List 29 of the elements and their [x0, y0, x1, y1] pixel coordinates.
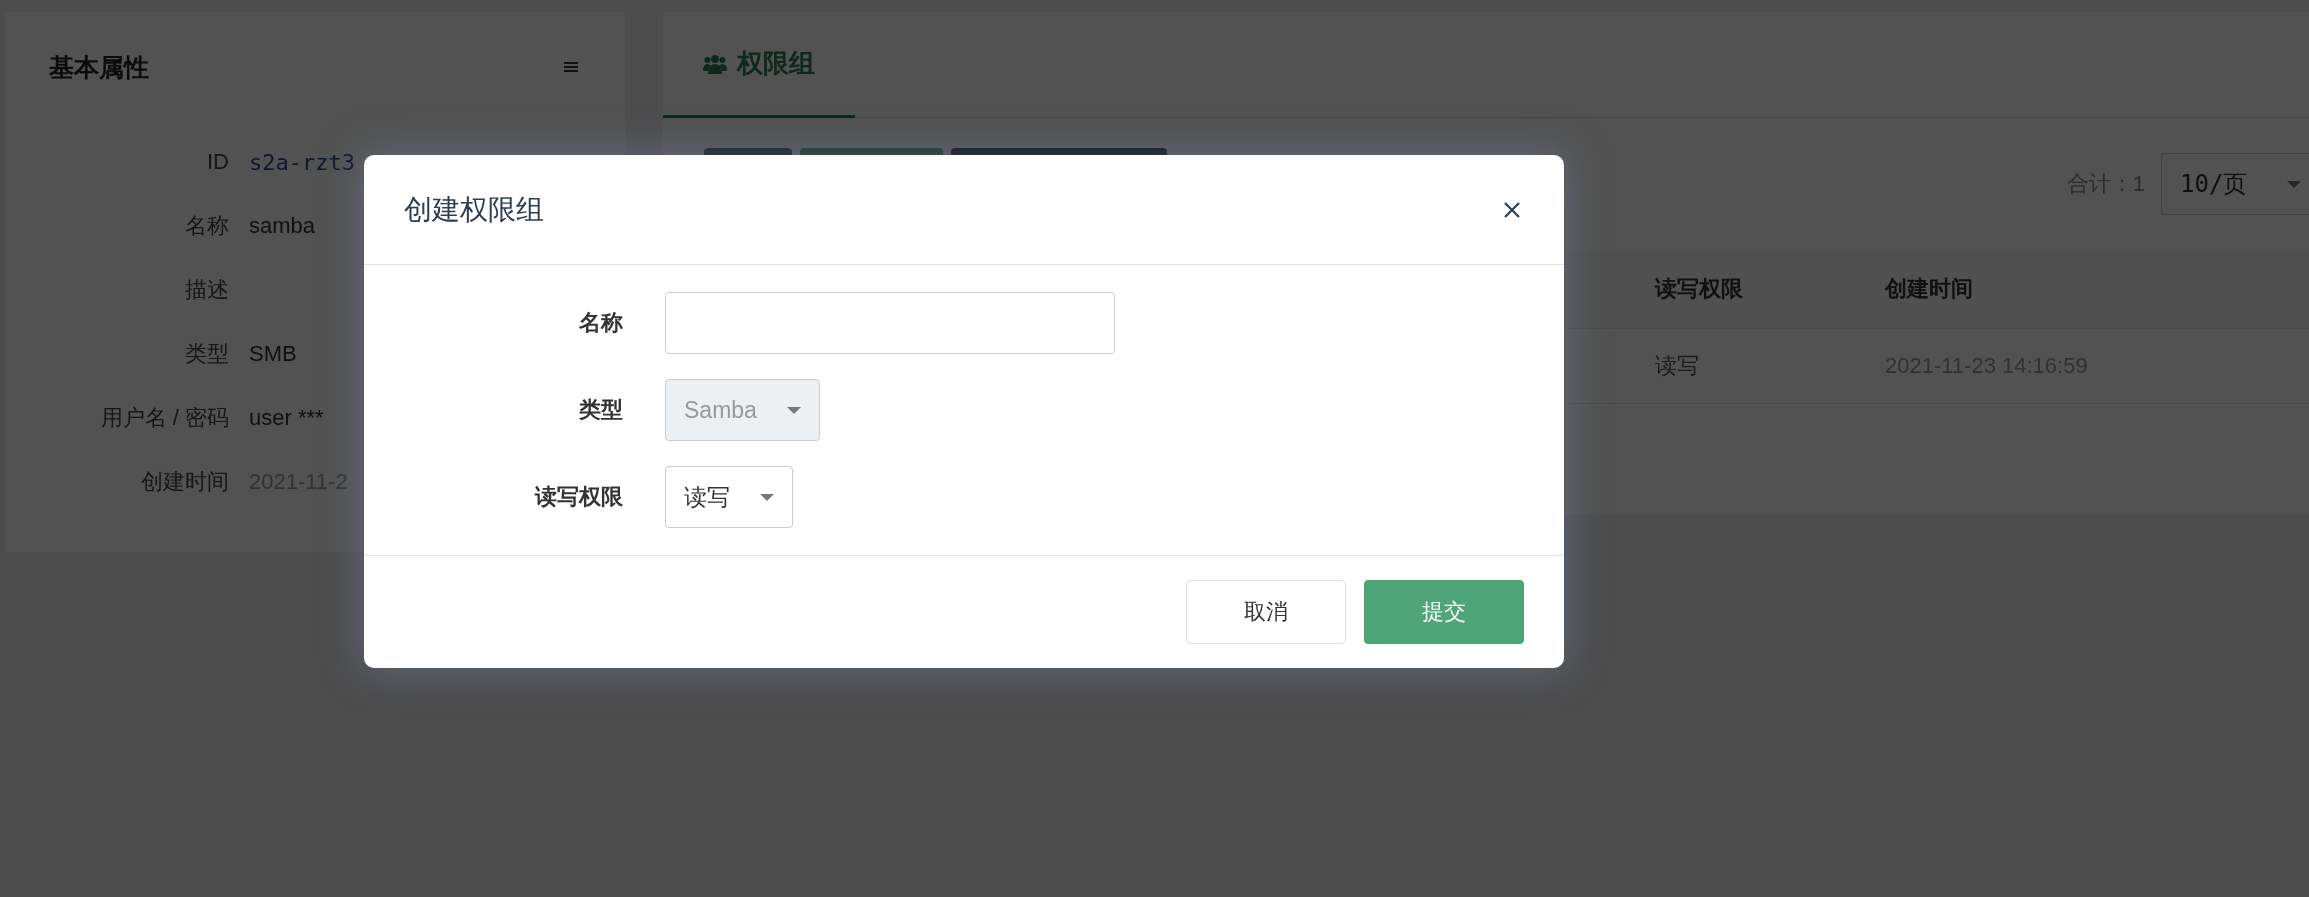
column-header: 读写权限: [1655, 275, 1744, 303]
column-header: 创建时间: [1885, 275, 1974, 303]
caret-icon: [786, 406, 801, 414]
field-value: user ***: [249, 405, 324, 431]
cancel-button[interactable]: 取消: [1186, 580, 1346, 644]
select-field[interactable]: 读写: [665, 466, 793, 528]
field-value: s2a-rzt3: [249, 149, 355, 175]
form-label: 类型: [578, 396, 623, 424]
dialog-title: 创建权限组: [404, 192, 544, 227]
field-label: 用户名 / 密码: [99, 404, 229, 432]
caret-icon: [2287, 180, 2302, 188]
field-label: 创建时间: [140, 468, 229, 496]
menu-icon[interactable]: [564, 61, 578, 73]
tab[interactable]: 权限组: [663, 12, 855, 118]
page-size-select[interactable]: 10/页: [2161, 153, 2309, 215]
form-label: 读写权限: [533, 483, 623, 511]
panel-title: 基本属性: [49, 51, 149, 83]
field-value: SMB: [249, 341, 297, 367]
submit-button[interactable]: 提交: [1364, 580, 1524, 644]
caret-icon: [760, 493, 774, 501]
form-label: 名称: [578, 309, 623, 337]
users-icon: [703, 53, 727, 74]
field-value: samba: [249, 213, 316, 239]
field-label: 描述: [184, 276, 229, 304]
field-label: ID: [206, 149, 229, 175]
close-icon[interactable]: [1502, 199, 1522, 220]
name-input[interactable]: [665, 292, 1115, 354]
field-label: 名称: [184, 212, 229, 240]
field-label: 类型: [184, 340, 229, 368]
